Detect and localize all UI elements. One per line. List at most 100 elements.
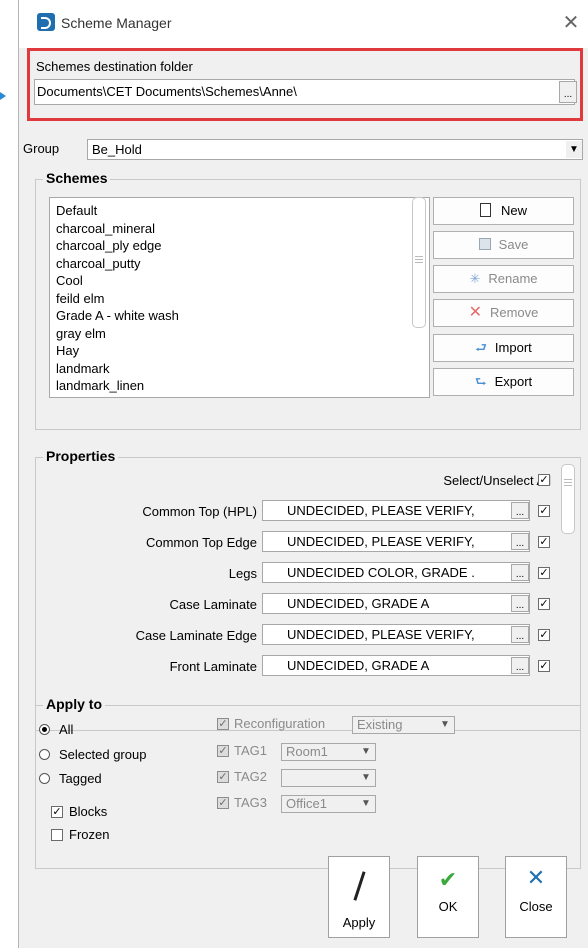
destination-folder-box: Schemes destination folder Documents\CET… — [27, 48, 583, 121]
remove-button[interactable]: ✕ Remove — [433, 299, 574, 327]
tag1-label: TAG1 — [234, 743, 267, 758]
property-checkbox[interactable]: ✓ — [538, 598, 550, 610]
tag1-value: Room1 — [286, 744, 328, 759]
property-value[interactable]: UNDECIDED, PLEASE VERIFY, — [262, 500, 530, 521]
properties-scrollbar[interactable] — [561, 464, 575, 534]
close-button[interactable]: ✕ Close — [505, 856, 567, 938]
destination-folder-input[interactable]: Documents\CET Documents\Schemes\Anne\ — [34, 79, 575, 105]
property-checkbox[interactable]: ✓ — [538, 505, 550, 517]
list-item[interactable]: landmark — [50, 360, 429, 378]
frozen-checkbox[interactable] — [51, 829, 63, 841]
property-browse-button[interactable]: ... — [511, 657, 529, 674]
property-value[interactable]: UNDECIDED COLOR, GRADE . — [262, 562, 530, 583]
list-item[interactable]: Cool — [50, 272, 429, 290]
destination-browse-button[interactable]: ... — [559, 81, 577, 103]
export-icon: ⮑ — [474, 374, 487, 389]
property-checkbox[interactable]: ✓ — [538, 660, 550, 672]
schemes-scrollbar[interactable] — [412, 197, 426, 328]
rename-icon: ✳ — [469, 271, 481, 286]
property-value[interactable]: UNDECIDED, GRADE A — [262, 593, 530, 614]
export-button[interactable]: ⮑ Export — [433, 368, 574, 396]
scheme-manager-dialog: Scheme Manager ✕ Schemes destination fol… — [18, 0, 588, 948]
tag3-checkbox[interactable]: ✓ — [217, 797, 229, 809]
apply-button[interactable]: Apply — [328, 856, 390, 938]
list-item[interactable]: charcoal_ply edge — [50, 237, 429, 255]
apply-tagged-radio[interactable] — [39, 773, 50, 784]
new-button[interactable]: New — [433, 197, 574, 225]
app-icon — [37, 13, 55, 31]
apply-tagged-label: Tagged — [59, 771, 102, 786]
close-button-label: Close — [519, 899, 553, 914]
new-button-label: New — [500, 203, 527, 218]
tag1-dropdown-icon[interactable]: ▼ — [358, 745, 374, 759]
ok-button[interactable]: ✔ OK — [417, 856, 479, 938]
property-checkbox[interactable]: ✓ — [538, 629, 550, 641]
rename-button[interactable]: ✳ Rename — [433, 265, 574, 293]
property-label: Case Laminate — [169, 597, 257, 612]
save-button[interactable]: Save — [433, 231, 574, 259]
destination-folder-label: Schemes destination folder — [36, 59, 193, 74]
list-item[interactable]: charcoal_mineral — [50, 220, 429, 238]
tag1-checkbox[interactable]: ✓ — [217, 745, 229, 757]
property-browse-button[interactable]: ... — [511, 502, 529, 519]
schemes-title: Schemes — [43, 170, 111, 186]
list-item[interactable]: Hay — [50, 342, 429, 360]
checkmark-icon: ✔ — [438, 867, 458, 892]
ok-button-label: OK — [438, 899, 458, 914]
tag3-dropdown-icon[interactable]: ▼ — [358, 797, 374, 811]
group-value: Be_Hold — [92, 142, 142, 157]
tag3-value: Office1 — [286, 796, 327, 811]
title-bar: Scheme Manager ✕ — [19, 0, 588, 48]
apply-all-radio[interactable] — [39, 724, 50, 735]
import-icon: ⮐ — [475, 340, 487, 355]
list-item[interactable]: landmark_linen — [50, 377, 429, 395]
remove-icon: ✕ — [468, 304, 482, 321]
tag2-checkbox[interactable]: ✓ — [217, 771, 229, 783]
apply-to-title: Apply to — [43, 696, 105, 712]
window-title: Scheme Manager — [61, 15, 172, 31]
list-item[interactable]: feild elm — [50, 290, 429, 308]
rename-button-label: Rename — [488, 271, 538, 286]
property-label: Front Laminate — [169, 659, 257, 674]
import-button[interactable]: ⮐ Import — [433, 334, 574, 362]
schemes-list[interactable]: Default charcoal_mineral charcoal_ply ed… — [49, 197, 430, 398]
reconfiguration-label: Reconfiguration — [234, 716, 326, 731]
group-select[interactable]: Be_Hold — [87, 139, 583, 160]
property-browse-button[interactable]: ... — [511, 533, 529, 550]
list-item[interactable]: Grade A - white wash — [50, 307, 429, 325]
tag2-label: TAG2 — [234, 769, 267, 784]
reconfiguration-checkbox[interactable]: ✓ — [217, 718, 229, 730]
property-value[interactable]: UNDECIDED, PLEASE VERIFY, — [262, 531, 530, 552]
property-checkbox[interactable]: ✓ — [538, 567, 550, 579]
blocks-checkbox[interactable]: ✓ — [51, 806, 63, 818]
destination-folder-value: Documents\CET Documents\Schemes\Anne\ — [37, 84, 297, 99]
property-value[interactable]: UNDECIDED, GRADE A — [262, 655, 530, 676]
group-dropdown-icon[interactable]: ▼ — [566, 141, 582, 158]
close-icon: ✕ — [526, 865, 546, 890]
apply-button-label: Apply — [342, 915, 376, 930]
import-button-label: Import — [494, 340, 532, 355]
apply-wand-icon — [353, 871, 366, 901]
blocks-label: Blocks — [69, 804, 108, 819]
close-window-icon[interactable]: ✕ — [561, 10, 581, 35]
property-label: Common Top (HPL) — [142, 504, 257, 519]
apply-selected-group-radio[interactable] — [39, 749, 50, 760]
property-value[interactable]: UNDECIDED, PLEASE VERIFY, — [262, 624, 530, 645]
apply-selected-group-label: Selected group — [59, 747, 147, 762]
list-item[interactable]: gray elm — [50, 325, 429, 343]
property-browse-button[interactable]: ... — [511, 626, 529, 643]
tag2-dropdown-icon[interactable]: ▼ — [358, 771, 374, 785]
property-checkbox[interactable]: ✓ — [538, 536, 550, 548]
select-all-checkbox[interactable]: ✓ — [538, 474, 550, 486]
property-browse-button[interactable]: ... — [511, 564, 529, 581]
list-item[interactable]: charcoal_putty — [50, 255, 429, 273]
schemes-list-items: Default charcoal_mineral charcoal_ply ed… — [50, 198, 429, 395]
save-button-label: Save — [498, 237, 529, 252]
tag3-label: TAG3 — [234, 795, 267, 810]
reconfiguration-dropdown-icon[interactable]: ▼ — [437, 718, 453, 732]
property-label: Legs — [228, 566, 257, 581]
property-browse-button[interactable]: ... — [511, 595, 529, 612]
apply-all-label: All — [59, 722, 74, 737]
list-item[interactable]: Default — [50, 202, 429, 220]
remove-button-label: Remove — [489, 305, 539, 320]
